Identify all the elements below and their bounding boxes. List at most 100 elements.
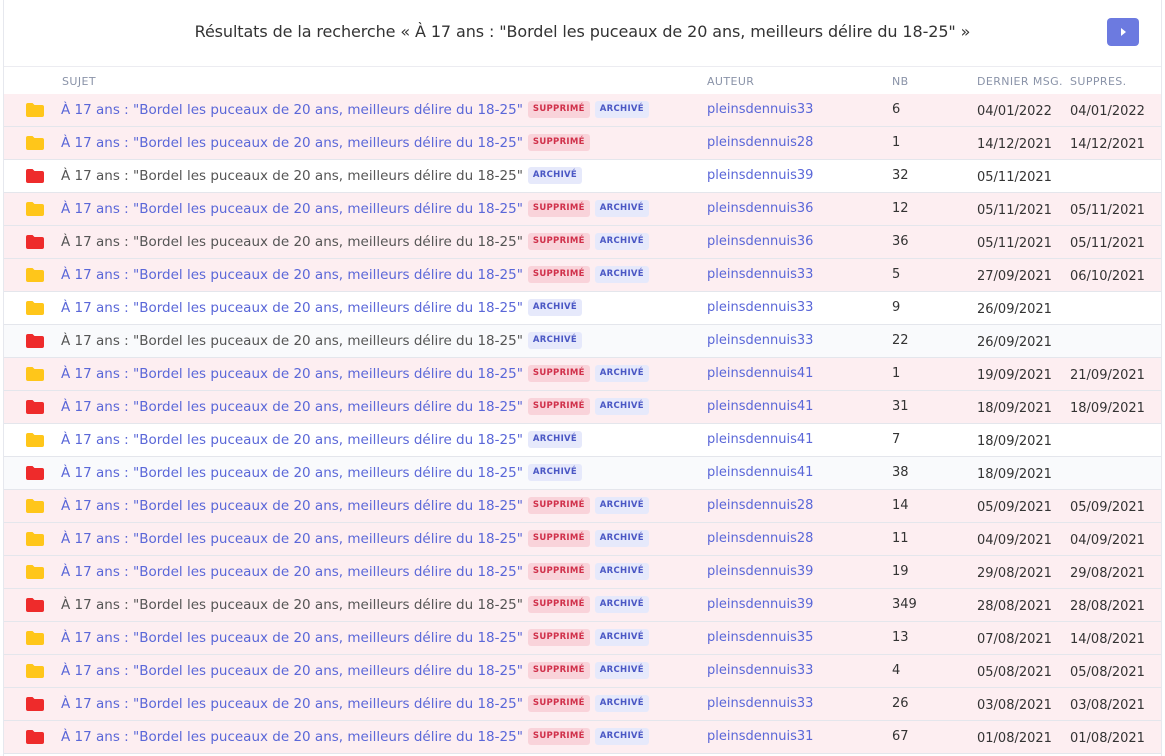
subject-link[interactable]: À 17 ans : "Bordel les puceaux de 20 ans… [61,663,523,679]
subject-cell: À 17 ans : "Bordel les puceaux de 20 ans… [61,398,649,415]
last-message-date: 29/08/2021 [977,566,1052,581]
archived-badge: ARCHIVÉ [594,662,649,679]
subject-cell: À 17 ans : "Bordel les puceaux de 20 ans… [61,629,649,646]
results-header: Résultats de la recherche « À 17 ans : "… [4,0,1161,67]
folder-icon [26,565,44,579]
subject-link[interactable]: À 17 ans : "Bordel les puceaux de 20 ans… [61,498,523,514]
last-message-date: 26/09/2021 [977,335,1052,350]
archived-badge: ARCHIVÉ [527,299,583,316]
deleted-date: 28/08/2021 [1070,599,1145,614]
author-link[interactable]: pleinsdennuis31 [707,729,813,744]
folder-icon [26,136,44,150]
deleted-date: 05/11/2021 [1070,236,1145,251]
subject-cell: À 17 ans : "Bordel les puceaux de 20 ans… [61,200,649,217]
deleted-badge: SUPPRIMÉ [527,728,590,745]
author-link[interactable]: pleinsdennuis41 [707,465,813,480]
folder-icon [26,103,44,117]
archived-badge: ARCHIVÉ [594,596,649,613]
subject-link[interactable]: À 17 ans : "Bordel les puceaux de 20 ans… [61,399,523,415]
column-header-deleted: SUPPRES. [1070,75,1127,88]
column-header-subject: SUJET [62,75,96,88]
archived-badge: ARCHIVÉ [594,233,649,250]
subject-cell: À 17 ans : "Bordel les puceaux de 20 ans… [61,530,649,547]
subject-link[interactable]: À 17 ans : "Bordel les puceaux de 20 ans… [61,696,523,712]
author-link[interactable]: pleinsdennuis28 [707,135,813,150]
subject-link[interactable]: À 17 ans : "Bordel les puceaux de 20 ans… [61,465,523,481]
author-link[interactable]: pleinsdennuis41 [707,366,813,381]
column-header-author: AUTEUR [707,75,755,88]
archived-badge: ARCHIVÉ [594,200,649,217]
deleted-date: 06/10/2021 [1070,269,1145,284]
subject-cell: À 17 ans : "Bordel les puceaux de 20 ans… [61,365,649,382]
table-row: À 17 ans : "Bordel les puceaux de 20 ans… [4,688,1161,721]
author-link[interactable]: pleinsdennuis28 [707,498,813,513]
author-link[interactable]: pleinsdennuis33 [707,333,813,348]
author-link[interactable]: pleinsdennuis36 [707,234,813,249]
message-count: 4 [892,663,901,678]
author-link[interactable]: pleinsdennuis39 [707,597,813,612]
table-row: À 17 ans : "Bordel les puceaux de 20 ans… [4,655,1161,688]
subject-cell: À 17 ans : "Bordel les puceaux de 20 ans… [61,596,649,613]
deleted-badge: SUPPRIMÉ [527,596,590,613]
subject-cell: À 17 ans : "Bordel les puceaux de 20 ans… [61,101,649,118]
subject-link[interactable]: À 17 ans : "Bordel les puceaux de 20 ans… [61,531,523,547]
subject-cell: À 17 ans : "Bordel les puceaux de 20 ans… [61,662,649,679]
last-message-date: 04/09/2021 [977,533,1052,548]
table-row: À 17 ans : "Bordel les puceaux de 20 ans… [4,160,1161,193]
archived-badge: ARCHIVÉ [527,464,583,481]
subject-link[interactable]: À 17 ans : "Bordel les puceaux de 20 ans… [61,432,523,448]
subject-link[interactable]: À 17 ans : "Bordel les puceaux de 20 ans… [61,366,523,382]
message-count: 13 [892,630,909,645]
deleted-date: 05/08/2021 [1070,665,1145,680]
deleted-date: 03/08/2021 [1070,698,1145,713]
folder-icon [26,631,44,645]
last-message-date: 14/12/2021 [977,137,1052,152]
subject-link[interactable]: À 17 ans : "Bordel les puceaux de 20 ans… [61,630,523,646]
folder-icon [26,664,44,678]
subject-link[interactable]: À 17 ans : "Bordel les puceaux de 20 ans… [61,564,523,580]
author-link[interactable]: pleinsdennuis39 [707,564,813,579]
author-link[interactable]: pleinsdennuis41 [707,432,813,447]
author-link[interactable]: pleinsdennuis28 [707,531,813,546]
last-message-date: 18/09/2021 [977,434,1052,449]
author-link[interactable]: pleinsdennuis35 [707,630,813,645]
deleted-badge: SUPPRIMÉ [527,530,590,547]
author-link[interactable]: pleinsdennuis33 [707,300,813,315]
subject-link[interactable]: À 17 ans : "Bordel les puceaux de 20 ans… [61,729,523,745]
archived-badge: ARCHIVÉ [594,695,649,712]
author-link[interactable]: pleinsdennuis39 [707,168,813,183]
deleted-date: 05/11/2021 [1070,203,1145,218]
last-message-date: 03/08/2021 [977,698,1052,713]
message-count: 11 [892,531,909,546]
subject-link[interactable]: À 17 ans : "Bordel les puceaux de 20 ans… [61,102,523,118]
deleted-badge: SUPPRIMÉ [527,134,590,151]
deleted-badge: SUPPRIMÉ [527,629,590,646]
archived-badge: ARCHIVÉ [527,431,583,448]
archived-badge: ARCHIVÉ [527,167,583,184]
subject-link[interactable]: À 17 ans : "Bordel les puceaux de 20 ans… [61,267,523,283]
author-link[interactable]: pleinsdennuis41 [707,399,813,414]
deleted-badge: SUPPRIMÉ [527,233,590,250]
deleted-badge: SUPPRIMÉ [527,200,590,217]
message-count: 12 [892,201,909,216]
page-title: Résultats de la recherche « À 17 ans : "… [194,22,971,41]
folder-icon [26,301,44,315]
author-link[interactable]: pleinsdennuis33 [707,696,813,711]
subject-cell: À 17 ans : "Bordel les puceaux de 20 ans… [61,695,649,712]
folder-icon [26,367,44,381]
table-row: À 17 ans : "Bordel les puceaux de 20 ans… [4,556,1161,589]
folder-icon [26,532,44,546]
author-link[interactable]: pleinsdennuis33 [707,102,813,117]
author-link[interactable]: pleinsdennuis33 [707,663,813,678]
deleted-badge: SUPPRIMÉ [527,662,590,679]
message-count: 5 [892,267,901,282]
table-row: À 17 ans : "Bordel les puceaux de 20 ans… [4,589,1161,622]
subject-link[interactable]: À 17 ans : "Bordel les puceaux de 20 ans… [61,300,523,316]
deleted-date: 18/09/2021 [1070,401,1145,416]
next-page-button[interactable] [1107,18,1139,46]
subject-link[interactable]: À 17 ans : "Bordel les puceaux de 20 ans… [61,201,523,217]
author-link[interactable]: pleinsdennuis36 [707,201,813,216]
author-link[interactable]: pleinsdennuis33 [707,267,813,282]
archived-badge: ARCHIVÉ [594,365,649,382]
subject-link[interactable]: À 17 ans : "Bordel les puceaux de 20 ans… [61,135,523,151]
